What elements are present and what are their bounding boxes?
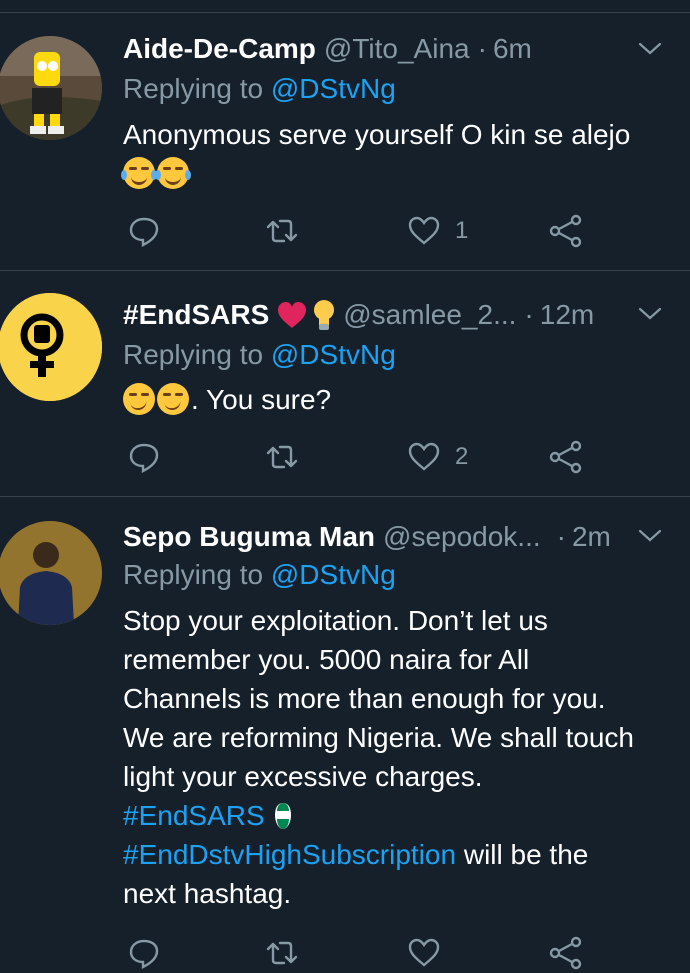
tweet-actions: 2: [123, 437, 593, 477]
timestamp[interactable]: 2m: [572, 521, 611, 553]
replying-to: Replying to @DStvNg: [123, 339, 396, 371]
reply-button[interactable]: [127, 437, 175, 477]
smirking-face-emoji: [123, 383, 155, 415]
like-button[interactable]: 2: [407, 437, 468, 477]
top-divider: [0, 0, 690, 13]
user-handle[interactable]: @samlee_2...: [343, 299, 516, 331]
share-icon: [549, 936, 582, 970]
tweet-text-line: remember you. 5000 naira for All: [123, 644, 530, 675]
display-name[interactable]: Aide-De-Camp: [123, 33, 316, 65]
like-count: 2: [455, 443, 469, 470]
tweet-text-content: will be the: [456, 839, 589, 870]
tweet-text: Stop your exploitation. Don’t let us rem…: [123, 601, 678, 913]
heart-icon: [408, 442, 440, 471]
timestamp[interactable]: 12m: [540, 299, 594, 331]
timestamp[interactable]: 6m: [493, 33, 532, 65]
tweet-header: Aide-De-Camp @Tito_Aina · 6m: [123, 29, 660, 69]
separator-dot: ·: [524, 299, 534, 330]
separator-dot: ·: [477, 33, 487, 64]
avatar-image: [0, 36, 102, 140]
chevron-down-icon[interactable]: [638, 524, 662, 548]
separator-dot: ·: [556, 521, 566, 552]
hashtag-link[interactable]: #EndSARS: [123, 800, 265, 831]
like-button[interactable]: [407, 933, 441, 973]
retweet-button[interactable]: [265, 437, 313, 477]
tweet-text-line: light your excessive charges.: [123, 761, 483, 792]
like-count: 1: [455, 217, 469, 244]
hashtag-line: #EndSARS: [123, 796, 678, 835]
smirking-face-emoji: [157, 383, 189, 415]
retweet-icon: [266, 941, 298, 965]
replying-prefix: Replying to: [123, 73, 264, 104]
hashtag-link[interactable]: #EndDstvHighSubscription: [123, 839, 456, 870]
light-bulb-emoji: [314, 300, 335, 330]
heart-icon: [408, 938, 440, 967]
heart-icon: [408, 216, 440, 245]
tweet-text: Anonymous serve yourself O kin se alejo: [121, 115, 678, 193]
tweet-text-content: . You sure?: [191, 384, 332, 415]
tweet-text: . You sure?: [123, 380, 678, 419]
mention-link[interactable]: @DStvNg: [271, 73, 396, 104]
tweet-text-line: Stop your exploitation. Don’t let us: [123, 605, 548, 636]
hashtag-line: #EndDstvHighSubscription will be the: [123, 835, 678, 874]
retweet-icon: [266, 219, 298, 243]
tweet-text-line: next hashtag.: [123, 878, 292, 909]
share-icon: [549, 214, 582, 248]
replying-to: Replying to @DStvNg: [123, 73, 396, 105]
avatar[interactable]: [0, 36, 102, 140]
retweet-button[interactable]: [265, 933, 299, 973]
feminist-fist-icon: [0, 293, 102, 401]
share-button[interactable]: [549, 211, 583, 251]
laughing-tears-emoji: [121, 157, 157, 189]
reply-button[interactable]: [127, 933, 161, 973]
tweet[interactable]: Sepo Buguma Man @sepodok... · 2m Replyin…: [0, 497, 690, 970]
endsars-emoji: [274, 803, 291, 829]
user-handle[interactable]: @Tito_Aina: [324, 33, 470, 65]
tweet[interactable]: #EndSARS @samlee_2... · 12m Replying to …: [0, 271, 690, 497]
tweet-actions: [123, 933, 593, 973]
tweet-actions: 1: [123, 211, 593, 251]
like-button[interactable]: 1: [407, 211, 468, 251]
mention-link[interactable]: @DStvNg: [271, 339, 396, 370]
reply-icon: [129, 217, 159, 247]
red-heart-emoji: [278, 302, 307, 328]
avatar-image: [0, 521, 102, 625]
retweet-button[interactable]: [265, 211, 313, 251]
display-name[interactable]: Sepo Buguma Man: [123, 521, 375, 553]
avatar[interactable]: [0, 293, 102, 401]
avatar[interactable]: [0, 521, 102, 625]
chevron-down-icon[interactable]: [638, 302, 662, 326]
retweet-icon: [266, 445, 298, 469]
tweet-header: Sepo Buguma Man @sepodok... · 2m: [123, 517, 660, 557]
tweet-text-line: We are reforming Nigeria. We shall touch: [123, 722, 634, 753]
reply-icon: [129, 939, 159, 969]
mention-link[interactable]: @DStvNg: [271, 559, 396, 590]
share-button[interactable]: [549, 933, 583, 973]
user-handle[interactable]: @sepodok...: [383, 521, 541, 553]
reply-icon: [129, 443, 159, 473]
chevron-down-icon[interactable]: [638, 37, 662, 61]
share-icon: [549, 440, 582, 474]
tweet[interactable]: Aide-De-Camp @Tito_Aina · 6m Replying to…: [0, 13, 690, 271]
laughing-tears-emoji: [155, 157, 191, 189]
tweet-header: #EndSARS @samlee_2... · 12m: [123, 295, 660, 335]
share-button[interactable]: [549, 437, 583, 477]
reply-button[interactable]: [127, 211, 175, 251]
tweet-text-line: Channels is more than enough for you.: [123, 683, 606, 714]
display-name[interactable]: #EndSARS: [123, 299, 269, 331]
replying-to: Replying to @DStvNg: [123, 559, 396, 591]
replying-prefix: Replying to: [123, 339, 264, 370]
tweet-text-content: Anonymous serve yourself O kin se alejo: [123, 119, 631, 150]
replying-prefix: Replying to: [123, 559, 264, 590]
